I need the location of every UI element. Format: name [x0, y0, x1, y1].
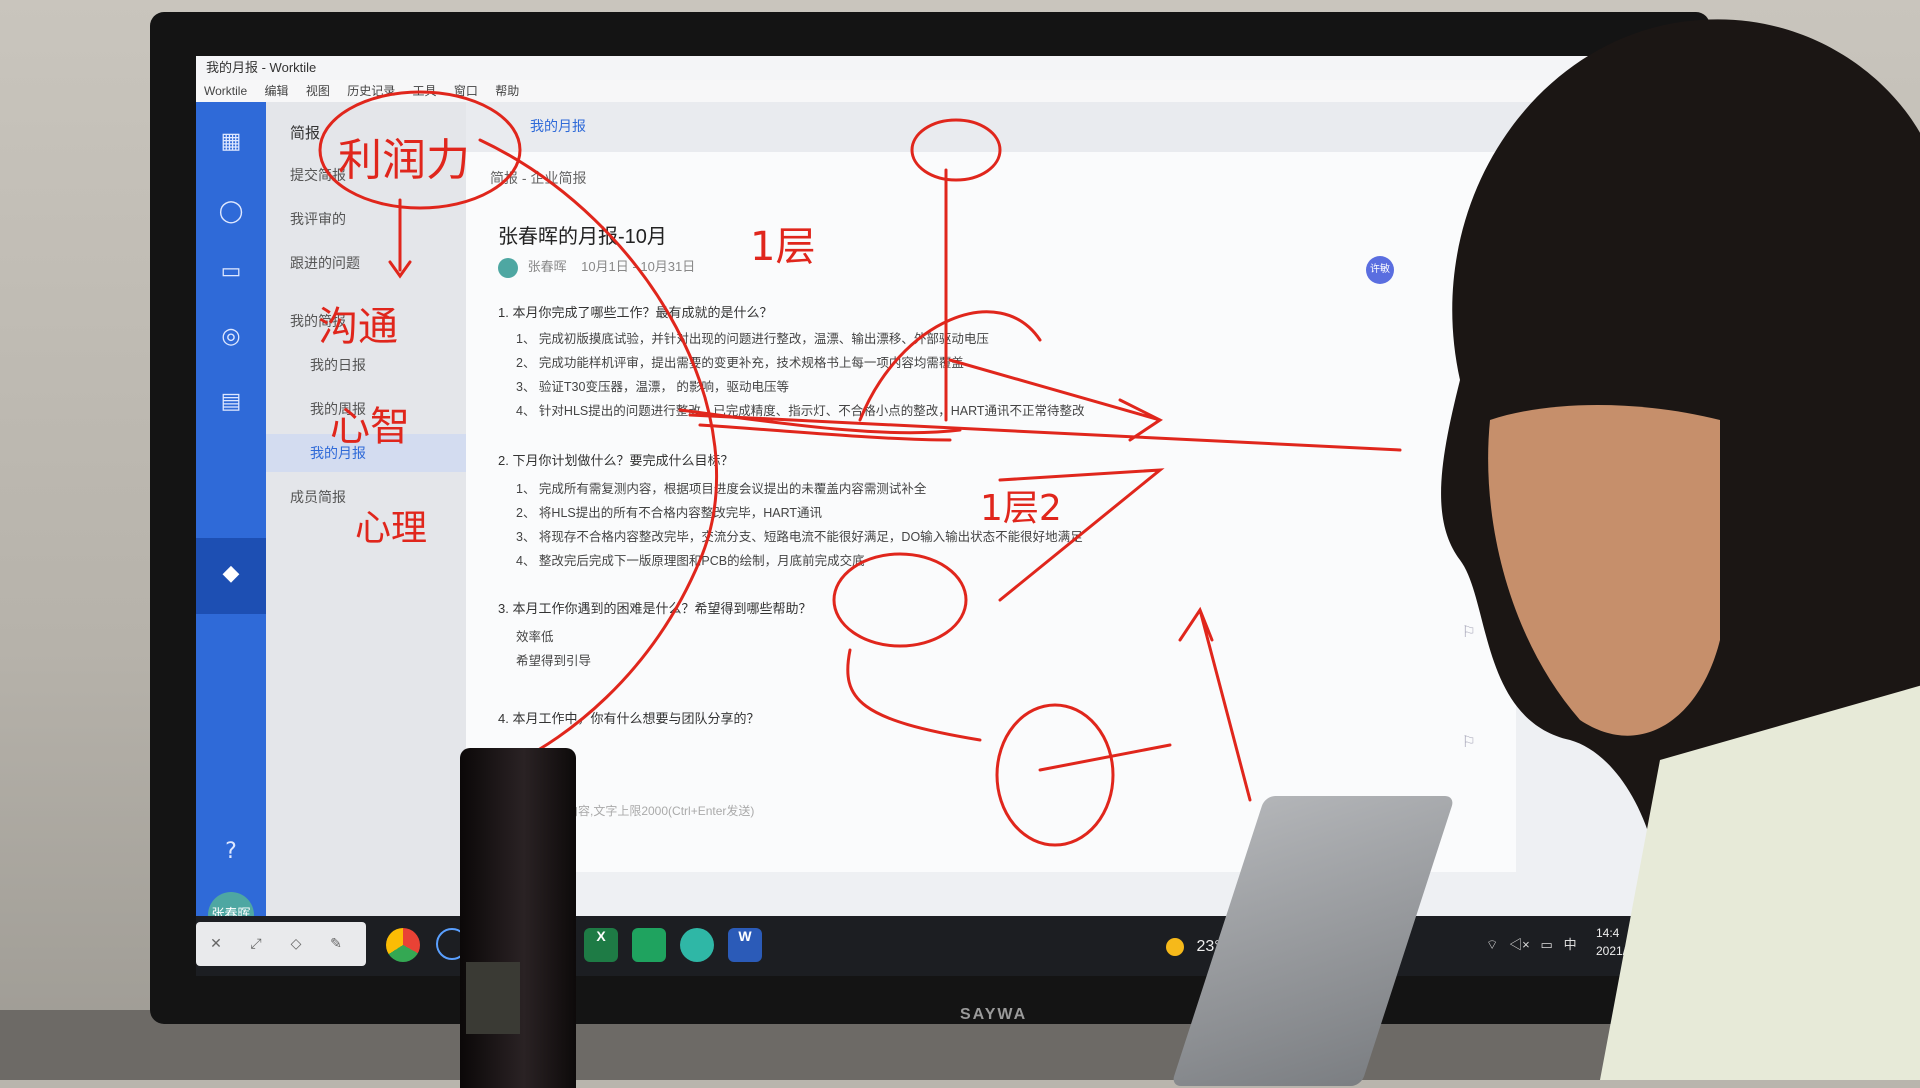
- chat-icon[interactable]: ◯: [211, 192, 251, 232]
- breadcrumb[interactable]: 简报 - 企业简报: [490, 168, 586, 188]
- nav-submit-report[interactable]: 提交简报: [290, 162, 346, 188]
- menu-worktile[interactable]: Worktile: [204, 84, 247, 98]
- answer-3-2: 希望得到引导: [516, 654, 592, 668]
- nav-my-reports[interactable]: 我的简报: [290, 308, 346, 334]
- nav-daily[interactable]: 我的日报: [310, 352, 366, 378]
- menu-window[interactable]: 窗口: [454, 84, 478, 98]
- excel-icon[interactable]: X: [584, 928, 618, 962]
- bottle-label: [466, 962, 520, 1034]
- author-avatar: [498, 257, 518, 278]
- nav-followed-issues[interactable]: 跟进的问题: [290, 250, 360, 276]
- page-title: 张春晖的月报-10月: [498, 226, 667, 248]
- nav-selection: [266, 434, 466, 472]
- chrome-icon[interactable]: [386, 928, 420, 962]
- question-1: 1. 本月你完成了哪些工作？最有成就的是什么？: [498, 305, 773, 320]
- question-3: 3. 本月工作你遇到的困难是什么？希望得到哪些帮助？: [498, 601, 812, 616]
- pen-icon[interactable]: ✎: [316, 922, 356, 966]
- answer-3-1: 效率低: [516, 630, 554, 644]
- answer-2-3: 3、 将现存不合格内容整改完毕，交流分支、短路电流不能很好满足，DO输入输出状态…: [516, 530, 1083, 544]
- thermos-bottle: [460, 748, 576, 1088]
- comment-input[interactable]: 内容,文字上限2000(Ctrl+Enter发送): [566, 802, 754, 819]
- cube-icon[interactable]: ◆: [211, 554, 251, 594]
- nav-reviewed[interactable]: 我评审的: [290, 206, 346, 232]
- word-icon[interactable]: W: [728, 928, 762, 962]
- answer-1-2: 2、 完成功能样机评审，提出需要的变更补充，技术规格书上每一项内容均需覆盖: [516, 356, 964, 370]
- answer-1-4: 4、 针对HLS提出的问题进行整改，已完成精度、指示灯、不合格小点的整改，HAR…: [516, 404, 1085, 418]
- nav-weekly[interactable]: 我的周报: [310, 396, 366, 422]
- sheet-icon[interactable]: [632, 928, 666, 962]
- menu-history[interactable]: 历史记录: [347, 84, 395, 98]
- author-name: 张春晖: [527, 259, 567, 274]
- export-icon[interactable]: ⤢: [236, 922, 276, 966]
- question-2: 2. 下月你计划做什么？要完成什么目标？: [498, 453, 734, 468]
- report-meta: 张春晖 10月1日 - 10月31日: [498, 256, 695, 278]
- sun-icon: [1166, 937, 1184, 956]
- menu-help[interactable]: 帮助: [495, 84, 519, 98]
- target-icon[interactable]: ◎: [211, 317, 251, 357]
- eraser-icon[interactable]: ◇: [276, 922, 316, 966]
- help-icon[interactable]: ?: [211, 832, 251, 872]
- person-silhouette: [1441, 19, 1920, 1080]
- menu-edit[interactable]: 编辑: [264, 84, 288, 98]
- report-nav: 简报 提交简报 我评审的 跟进的问题 我的简报 我的日报 我的周报 我的月报 成…: [266, 102, 466, 972]
- inbox-icon[interactable]: ▭: [211, 252, 251, 292]
- tab-monthly-report[interactable]: 我的月报: [530, 116, 586, 136]
- nav-monthly[interactable]: 我的月报: [310, 440, 366, 466]
- edge-icon[interactable]: [680, 928, 714, 962]
- answer-2-2: 2、 将HLS提出的所有不合格内容整改完毕，HART通讯: [516, 506, 823, 520]
- monitor-brand: SAYWA: [960, 1006, 1028, 1023]
- answer-2-1: 1、 完成所有需复测内容，根据项目进度会议提出的未覆盖内容需测试补全: [516, 482, 927, 496]
- menu-view[interactable]: 视图: [306, 84, 330, 98]
- dashboard-icon[interactable]: ▦: [211, 122, 251, 162]
- nav-member-reports[interactable]: 成员简报: [290, 484, 346, 510]
- answer-1-1: 1、 完成初版摸底试验，并针对出现的问题进行整改，温漂、输出漂移、外部驱动电压: [516, 332, 989, 346]
- answer-2-4: 4、 整改完后完成下一版原理图和PCB的绘制，月底前完成交底: [516, 554, 865, 568]
- app-rail: ▦ ◯ ▭ ◎ ▤ ◆ ? 张春晖: [196, 102, 266, 972]
- answer-1-3: 3、 验证T30变压器，温漂， 的影响，驱动电压等: [516, 380, 789, 394]
- date-range: 10月1日 - 10月31日: [581, 259, 696, 274]
- menu-tools[interactable]: 工具: [413, 84, 437, 98]
- calendar-icon[interactable]: ▤: [211, 382, 251, 422]
- pen-toolbar: ✕ ⤢ ◇ ✎: [196, 922, 366, 966]
- question-4: 4. 本月工作中，你有什么想要与团队分享的？: [498, 711, 760, 726]
- nav-header: 简报: [290, 125, 321, 142]
- close-pen-icon[interactable]: ✕: [196, 922, 236, 966]
